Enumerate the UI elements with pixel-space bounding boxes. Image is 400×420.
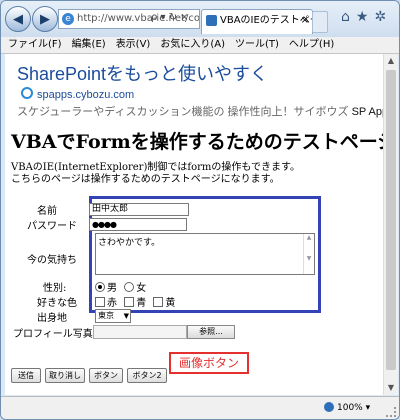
button-1[interactable]: ボタン — [89, 368, 123, 383]
origin-value: 東京 — [98, 311, 114, 320]
menu-view[interactable]: 表示(V) — [116, 39, 151, 50]
scroll-thumb[interactable] — [386, 70, 396, 370]
resize-grip-icon[interactable] — [386, 407, 396, 417]
page-title: VBAでFormを操作するためのテストページ — [11, 131, 383, 153]
intro-line-2: こちらのページは操作するためのテストページになります。 — [11, 174, 280, 185]
chevron-down-icon: ▼ — [123, 312, 129, 320]
ad-url-text: spapps.cybozu.com — [37, 89, 135, 101]
gender-options: 男 女 — [95, 279, 150, 294]
zoom-globe-icon — [324, 402, 334, 412]
photo-label: プロフィール写真 — [13, 329, 93, 340]
address-buttons[interactable]: ρ ▾ ↻ × — [151, 9, 189, 27]
page-intro: VBAのIE(InternetExplorer)制御ではformの操作もできます… — [11, 162, 300, 186]
textarea-scrollbar[interactable]: ▲ ▼ — [303, 234, 314, 274]
ad-url[interactable]: spapps.cybozu.com — [21, 87, 134, 101]
name-input[interactable]: 田中太郎 — [89, 203, 189, 216]
gender-label: 性別: — [43, 283, 67, 294]
back-arrow-icon: ◀ — [13, 11, 23, 27]
ad-description: スケジューラーやディスカッション機能の 操作性向上！サイボウズ SP Apps — [17, 103, 383, 119]
mood-label: 今の気持ち — [27, 255, 77, 266]
menu-file[interactable]: ファイル(F) — [8, 39, 62, 50]
new-tab-button[interactable] — [312, 11, 328, 33]
browser-tab[interactable]: VBAのIEのテストペー… × — [201, 9, 313, 34]
ad-title[interactable]: SharePointをもっと使いやすく — [17, 60, 268, 86]
color-blue-label: 青 — [136, 298, 147, 309]
back-button[interactable]: ◀ — [5, 6, 31, 32]
zoom-control[interactable]: 100% ▾ — [324, 397, 370, 419]
color-label: 好きな色 — [37, 298, 77, 309]
name-label: 名前 — [37, 206, 57, 217]
photo-file-input[interactable] — [93, 325, 187, 339]
color-blue-checkbox[interactable] — [124, 297, 135, 307]
submit-button[interactable]: 送信 — [11, 368, 41, 383]
menu-bar: ファイル(F) 編集(E) 表示(V) お気に入り(A) ツール(T) ヘルプ(H) — [1, 37, 399, 54]
forward-button[interactable]: ▶ — [32, 6, 58, 32]
password-label: パスワード — [27, 221, 77, 232]
mood-textarea[interactable]: さわやかです。 ▲ ▼ — [95, 233, 315, 275]
color-options: 赤 青 黄 — [95, 294, 179, 309]
ad-logo-icon — [21, 87, 33, 99]
ad-desc-text: スケジューラーやディスカッション機能の 操作性向上！サイボウズ — [17, 106, 352, 118]
zoom-level: 100% — [337, 403, 363, 413]
button-2[interactable]: ボタン2 — [127, 368, 167, 383]
gender-male-label: 男 — [107, 283, 117, 294]
forward-arrow-icon: ▶ — [40, 11, 50, 27]
tab-title: VBAのIEのテストペー… — [220, 15, 312, 26]
gender-female-label: 女 — [136, 283, 147, 294]
tab-close-icon[interactable]: × — [301, 10, 309, 32]
color-yellow-checkbox[interactable] — [153, 297, 164, 307]
menu-help[interactable]: ヘルプ(H) — [289, 39, 334, 50]
tab-favicon-icon — [206, 14, 217, 26]
status-bar: 100% ▾ — [1, 396, 399, 419]
home-favorites-tools-icons[interactable]: ⌂★✲ — [341, 9, 392, 25]
title-bar: ◀ ▶ e http://www.vba-ie.net/code ρ ▾ ↻ × … — [1, 1, 399, 37]
origin-label: 出身地 — [37, 313, 67, 324]
password-input[interactable]: ●●●● — [89, 218, 187, 231]
color-red-label: 赤 — [107, 298, 117, 309]
scroll-up-icon[interactable]: ▲ — [384, 54, 398, 68]
browse-button[interactable]: 参照... — [187, 325, 235, 339]
gender-female-radio[interactable] — [124, 282, 135, 292]
ad-desc-bold: SP Apps — [351, 106, 383, 118]
reset-button[interactable]: 取り消し — [45, 368, 85, 383]
image-button[interactable]: 画像ボタン — [169, 352, 249, 374]
origin-select[interactable]: 東京 ▼ — [95, 309, 131, 323]
mood-text: さわやかです。 — [98, 238, 161, 248]
menu-favorites[interactable]: お気に入り(A) — [160, 39, 225, 50]
color-red-checkbox[interactable] — [95, 297, 105, 307]
ie-page-icon: e — [62, 13, 74, 25]
page-scrollbar[interactable]: ▲ ▼ — [383, 54, 398, 395]
browser-window: ◀ ▶ e http://www.vba-ie.net/code ρ ▾ ↻ × … — [0, 0, 400, 420]
color-yellow-label: 黄 — [165, 298, 176, 309]
page-viewport: SharePointをもっと使いやすく spapps.cybozu.com スケ… — [5, 54, 383, 395]
intro-line-1: VBAのIE(InternetExplorer)制御ではformの操作もできます… — [11, 162, 300, 173]
gender-male-radio[interactable] — [95, 282, 105, 292]
scroll-down-icon[interactable]: ▼ — [384, 381, 398, 395]
menu-tools[interactable]: ツール(T) — [235, 39, 279, 50]
menu-edit[interactable]: 編集(E) — [72, 39, 106, 50]
